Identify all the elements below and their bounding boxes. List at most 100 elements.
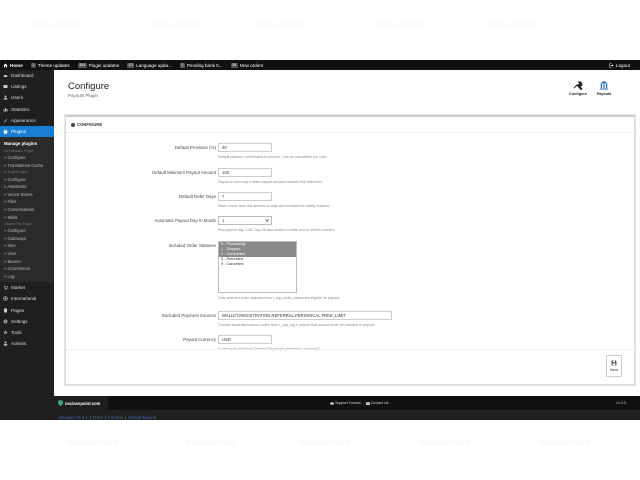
submenu-link-log[interactable]: » Log — [0, 272, 54, 280]
submenu-link-banner[interactable]: » Banner — [0, 257, 54, 265]
logout-icon — [609, 63, 614, 67]
notice-pending-bank[interactable]: 2 Pending bank tr... — [179, 62, 223, 68]
sidebar-item-tools[interactable]: Tools — [0, 327, 54, 338]
notice-new-orders[interactable]: 36 New orders — [230, 62, 263, 68]
submenu-link-label: Assistants — [7, 184, 27, 190]
submenu-link-gateways[interactable]: » Gateways — [0, 234, 54, 242]
submenu-link-user[interactable]: » User — [0, 250, 54, 258]
sidebar-item-admins[interactable]: Admins — [0, 338, 54, 349]
submenu-link-label: Configure — [7, 228, 26, 234]
currency-input[interactable]: USD — [218, 335, 272, 344]
link-separator: | — [124, 415, 127, 420]
submenu-link-label: Log — [7, 273, 15, 279]
listings-icon — [3, 85, 8, 89]
watermark: OsclassPoint — [28, 22, 79, 29]
configure-card: CONFIGURE Default Provision (%) 20 Defau… — [65, 115, 636, 385]
notice-language-updates[interactable]: 13 Language upda... — [127, 62, 172, 68]
link-separator: | — [89, 415, 91, 420]
support-forums-link[interactable]: Support Forums — [335, 401, 361, 405]
users-icon — [3, 95, 8, 100]
sidebar-item-pages[interactable]: Pages — [0, 304, 54, 315]
statuses-multiselect[interactable]: 0 - Processing 1 - Shipped 2 - Completed… — [218, 241, 297, 293]
docs-link[interactable]: Docs — [93, 415, 103, 420]
watermark: OsclassPoint — [540, 440, 591, 447]
globe-icon — [3, 296, 8, 302]
submenu-link-configure[interactable]: » Configure — [0, 154, 54, 162]
sidebar-item-plugins[interactable]: Plugins — [0, 125, 54, 138]
provision-input[interactable]: 20 — [218, 143, 272, 152]
settings-icon — [3, 319, 8, 324]
submenu-link-configure[interactable]: » Configure — [0, 227, 54, 235]
chevron-down-icon — [265, 219, 269, 222]
submenu-link-ecommerce[interactable]: » eCommerce — [0, 265, 54, 273]
submenu-link-label: User — [7, 250, 17, 256]
notice-label: Plugin updates — [88, 62, 120, 68]
sidebar-item-appearance[interactable]: Appearance — [0, 115, 54, 126]
submenu-link-label: Translations Cache — [7, 163, 44, 169]
submenu-link-skills[interactable]: » Skills — [0, 213, 54, 221]
submenu-link-label: Configure — [7, 155, 26, 161]
forums-link[interactable]: Forums — [108, 415, 123, 420]
submenu-link-conversations[interactable]: » Conversations — [0, 206, 54, 214]
defer-days-input[interactable]: 7 — [218, 192, 272, 201]
logout-link[interactable]: Logout — [609, 63, 630, 68]
excluded-sources-input[interactable]: WALLET,REGISTRATION,REFERRAL,PERIODICAL,… — [218, 311, 392, 320]
sidebar-item-users[interactable]: Users — [0, 92, 54, 103]
footer-support: Support Forums | Contact Us — [330, 401, 388, 405]
submenu-link-item[interactable]: » Item — [0, 242, 54, 250]
watermark: OsclassPoint — [420, 440, 471, 447]
floppy-disk-icon — [611, 360, 617, 366]
submenu-link-vector-stores[interactable]: » Vector Stores — [0, 191, 54, 199]
chat-icon — [330, 401, 334, 405]
watermark: OsclassPoint — [148, 22, 199, 29]
field-help: Comma separated source codes from t_osp_… — [218, 323, 375, 327]
sidebar-item-statistics[interactable]: Statistics — [0, 104, 54, 115]
bank-icon — [600, 81, 608, 90]
bottom-link-bar — [0, 420, 640, 426]
footer-brand[interactable]: osclasspoint.com — [54, 396, 108, 410]
notice-label: Language upda... — [136, 62, 172, 68]
pages-icon — [4, 308, 7, 312]
notice-plugin-updates[interactable]: 104 Plugin updates — [77, 62, 120, 68]
admins-icon — [3, 341, 8, 346]
field-help: Sales newer than this amount of days are… — [218, 204, 331, 208]
submenu-head-manage-plugins[interactable]: Manage plugins — [0, 139, 54, 148]
home-link[interactable]: Home — [3, 63, 23, 68]
status-option[interactable]: 9 - Cancelled — [219, 262, 296, 267]
submenu-link-translations-cache[interactable]: » Translations Cache — [0, 162, 54, 170]
plugins-icon — [3, 129, 8, 135]
sidebar-item-listings[interactable]: Listings — [0, 81, 54, 92]
sidebar-item-market[interactable]: Market — [0, 282, 54, 293]
official-market-link[interactable]: Official Market — [128, 415, 156, 420]
sidebar-item-label: Settings — [11, 318, 28, 324]
min-payout-input[interactable]: 100 — [218, 168, 272, 177]
watermark: OsclassPoint — [300, 440, 351, 447]
submenu-link-label: Gateways — [7, 235, 27, 241]
notice-count: 13 — [127, 62, 135, 68]
payouts-action-label: Payouts — [596, 92, 612, 96]
sidebar-item-dashboard[interactable]: Dashboard — [0, 70, 54, 81]
notice-count: 36 — [230, 62, 238, 68]
market-icon — [3, 285, 8, 290]
submenu-link-configure[interactable]: » Configure — [0, 175, 54, 183]
submenu-link-assistants[interactable]: » Assistants — [0, 183, 54, 191]
sidebar-item-international[interactable]: International — [0, 293, 54, 304]
sidebar-item-label: Tools — [11, 329, 22, 335]
notice-theme-updates[interactable]: 1 Theme updates — [30, 62, 70, 68]
submenu-link-files[interactable]: » Files — [0, 198, 54, 206]
sidebar-item-settings[interactable]: Settings — [0, 316, 54, 327]
notice-label: Pending bank tr... — [186, 62, 223, 68]
watermark: OsclassPoint — [488, 22, 539, 29]
submenu-link-label: Banner — [7, 258, 22, 264]
contact-us-link[interactable]: Contact Us — [371, 401, 389, 405]
payout-day-select[interactable]: 1 — [218, 216, 272, 225]
footer-separator: | — [362, 401, 364, 405]
notice-count: 1 — [30, 62, 36, 68]
osclass-version-link[interactable]: Osclass v8.3.1 — [59, 415, 88, 420]
payouts-action-button[interactable]: Payouts — [592, 80, 616, 96]
save-button[interactable]: Save — [606, 355, 622, 377]
field-help: Default platform commission in percent. … — [218, 155, 328, 159]
configure-action-button[interactable]: Configure — [566, 80, 590, 96]
sidebar-item-label: Statistics — [11, 106, 30, 112]
submenu-link-label: Files — [7, 199, 17, 205]
